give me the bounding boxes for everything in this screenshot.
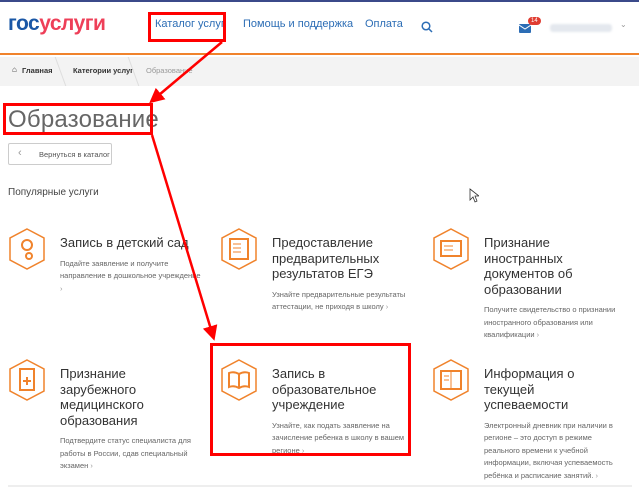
arrow-1 xyxy=(149,41,223,104)
arrow-2 xyxy=(150,134,218,341)
annotation-arrows xyxy=(149,41,223,341)
divider xyxy=(8,485,632,487)
